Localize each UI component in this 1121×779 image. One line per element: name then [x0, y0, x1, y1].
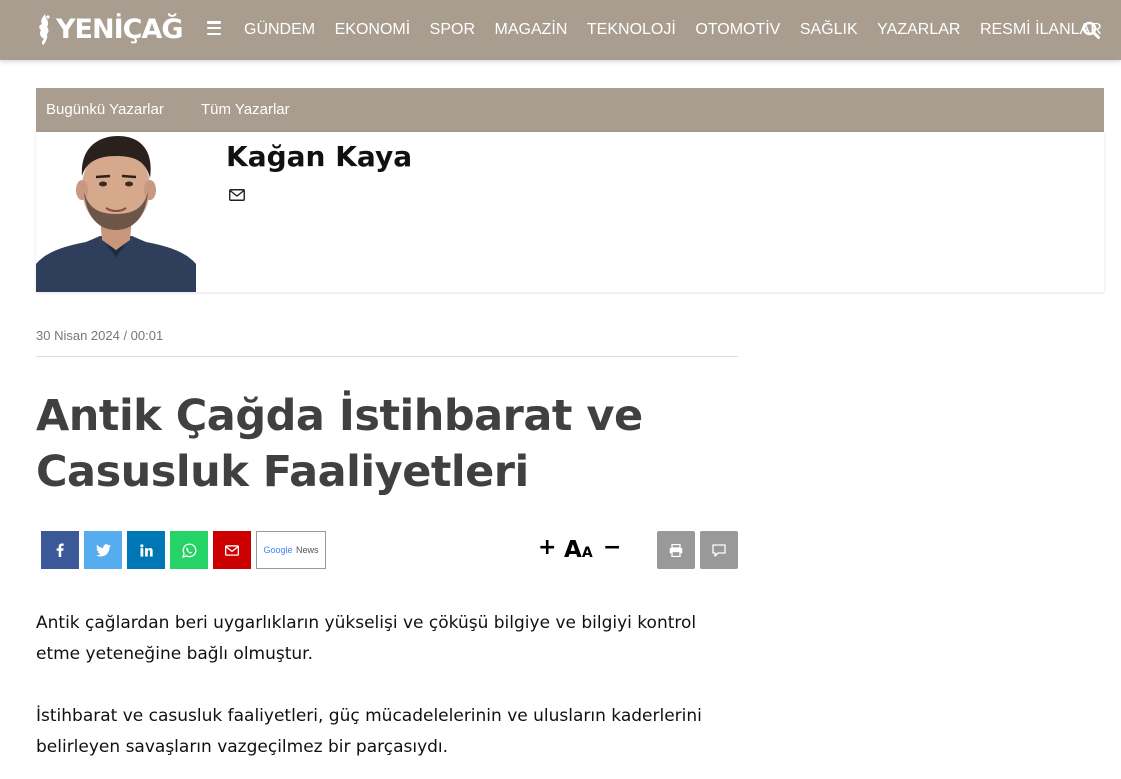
- google-news-button[interactable]: Google News: [256, 531, 326, 569]
- author-card: Kağan Kaya: [36, 132, 1104, 292]
- logo-bird-icon: [36, 12, 54, 46]
- google-news-logo: Google News: [263, 545, 318, 555]
- article-date: 30 Nisan 2024 / 00:01: [36, 328, 164, 343]
- logo-text: YENİÇAĞ: [56, 13, 184, 45]
- author-tabs-bar: Bugünkü Yazarlar Tüm Yazarlar: [36, 88, 1104, 132]
- nav-yazarlar[interactable]: YAZARLAR: [877, 21, 960, 39]
- envelope-icon[interactable]: [229, 186, 245, 201]
- divider: [36, 356, 738, 357]
- nav-teknoloji[interactable]: TEKNOLOJİ: [587, 21, 676, 39]
- comment-button[interactable]: [700, 531, 738, 569]
- font-decrease-button[interactable]: −: [603, 533, 621, 563]
- print-icon: [669, 543, 683, 557]
- font-size-label: AA: [564, 536, 593, 567]
- tab-todays-authors[interactable]: Bugünkü Yazarlar: [46, 101, 164, 118]
- author-name[interactable]: Kağan Kaya: [226, 140, 412, 173]
- nav-ekonomi[interactable]: EKONOMİ: [335, 21, 411, 39]
- share-facebook-button[interactable]: [41, 531, 79, 569]
- news-label: News: [296, 545, 319, 555]
- linkedin-icon: [139, 543, 153, 557]
- share-twitter-button[interactable]: [84, 531, 122, 569]
- nav-otomotiv[interactable]: OTOMOTİV: [695, 21, 780, 39]
- share-whatsapp-button[interactable]: [170, 531, 208, 569]
- font-increase-button[interactable]: +: [538, 533, 556, 563]
- author-avatar[interactable]: [36, 132, 196, 292]
- font-aa-small: A: [581, 545, 593, 561]
- twitter-icon: [95, 543, 111, 556]
- article-title: Antik Çağda İstihbarat ve Casusluk Faali…: [36, 391, 643, 497]
- share-linkedin-button[interactable]: [127, 531, 165, 569]
- site-logo[interactable]: YENİÇAĞ: [36, 10, 184, 48]
- main-nav: GÜNDEM EKONOMİ SPOR MAGAZİN TEKNOLOJİ OT…: [244, 0, 1121, 60]
- envelope-icon: [225, 544, 239, 556]
- nav-saglik[interactable]: SAĞLIK: [800, 21, 858, 39]
- facebook-icon: [56, 543, 64, 557]
- site-header: YENİÇAĞ GÜNDEM EKONOMİ SPOR MAGAZİN TEKN…: [0, 0, 1121, 60]
- tab-all-authors[interactable]: Tüm Yazarlar: [201, 101, 290, 118]
- article-paragraph: Antik çağlardan beri uygarlıkların yükse…: [36, 613, 697, 664]
- nav-magazin[interactable]: MAGAZİN: [495, 21, 568, 39]
- nav-gundem[interactable]: GÜNDEM: [244, 21, 315, 39]
- font-aa-big: A: [564, 537, 582, 563]
- hamburger-menu-icon[interactable]: [207, 21, 221, 35]
- nav-spor[interactable]: SPOR: [430, 21, 475, 39]
- whatsapp-icon: [181, 542, 196, 558]
- comment-icon: [712, 543, 726, 557]
- search-icon[interactable]: [1082, 21, 1100, 39]
- google-wordmark: Google: [263, 545, 293, 555]
- share-email-button[interactable]: [213, 531, 251, 569]
- article-paragraph: İstihbarat ve casusluk faaliyetleri, güç…: [36, 706, 702, 757]
- print-button[interactable]: [657, 531, 695, 569]
